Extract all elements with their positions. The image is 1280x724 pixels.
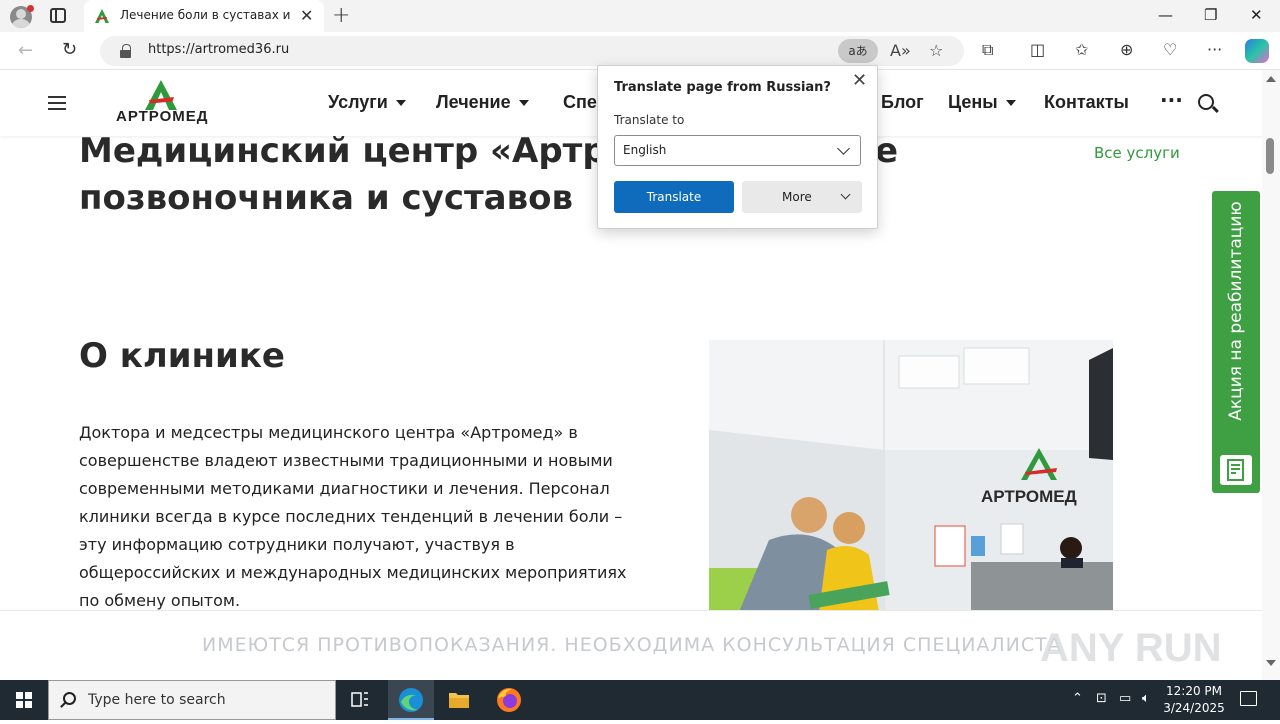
lock-icon[interactable] xyxy=(120,44,131,58)
clinic-interior-image: АРТРОМЕД xyxy=(709,340,1113,612)
about-heading: О клинике xyxy=(79,336,285,376)
hamburger-menu-icon[interactable] xyxy=(48,96,66,110)
edge-browser-icon[interactable] xyxy=(388,680,434,720)
favorites-icon[interactable]: ✩ xyxy=(1075,40,1088,59)
split-screen-icon[interactable]: ◫ xyxy=(1030,40,1045,59)
taskbar-search-box[interactable]: Type here to search xyxy=(48,680,336,720)
search-icon[interactable] xyxy=(1198,94,1214,110)
form-icon[interactable] xyxy=(1220,455,1252,485)
menu-label: Спе xyxy=(563,92,597,112)
network-icon[interactable]: ▭ xyxy=(1119,691,1131,706)
menu-label: Услуги xyxy=(328,92,388,112)
close-icon[interactable]: ✕ xyxy=(852,70,867,91)
read-aloud-icon[interactable]: A» xyxy=(890,41,911,60)
windows-taskbar: Type here to search ⌃ ⊡ ▭ 🔈︎ 12:20 PM 3/… xyxy=(0,680,1280,720)
back-arrow-icon[interactable]: ← xyxy=(18,40,33,61)
profile-notification-dot xyxy=(27,5,34,12)
tab-close-icon[interactable]: ✕ xyxy=(300,6,313,26)
copilot-icon[interactable] xyxy=(1245,39,1269,63)
scroll-up-icon[interactable] xyxy=(1266,76,1276,82)
clinic-photo: АРТРОМЕД xyxy=(709,340,1113,612)
photo-sign-text: АРТРОМЕД xyxy=(981,487,1077,506)
page-title-line1: Медицинский центр «Артр xyxy=(79,131,607,171)
notification-icon[interactable] xyxy=(1240,691,1257,706)
logo-text: АРТРОМЕД xyxy=(116,108,209,125)
tab-title: Лечение боли в суставах и позвоночнике xyxy=(120,8,292,22)
contraindications-text: ИМЕЮТСЯ ПРОТИВОПОКАЗАНИЯ. НЕОБХОДИМА КОН… xyxy=(202,634,1062,656)
translate-to-label: Translate to xyxy=(614,113,685,127)
browser-tab-active[interactable]: Лечение боли в суставах и позвоночнике ✕ xyxy=(84,0,324,32)
translate-button[interactable]: Translate xyxy=(614,181,734,213)
chevron-down-icon xyxy=(395,100,406,107)
site-logo[interactable]: АРТРОМЕД xyxy=(114,80,208,128)
url-field[interactable]: https://artromed36.ru aあ A» ☆ xyxy=(100,36,964,66)
translate-popup-title: Translate page from Russian? xyxy=(614,80,831,95)
language-select[interactable]: English xyxy=(614,135,861,166)
translate-popup: Translate page from Russian? ✕ Translate… xyxy=(597,65,878,229)
search-icon xyxy=(63,692,76,705)
firefox-icon[interactable] xyxy=(486,680,532,720)
close-window-icon[interactable]: ✕ xyxy=(1250,5,1263,25)
menu-label: Контакты xyxy=(1044,92,1129,112)
menu-item-treatment[interactable]: Лечение xyxy=(436,92,529,113)
favorite-star-icon[interactable]: ☆ xyxy=(929,41,943,60)
language-selected: English xyxy=(623,143,667,157)
file-explorer-icon[interactable] xyxy=(436,680,482,720)
task-view-icon[interactable] xyxy=(337,680,383,720)
chevron-down-icon xyxy=(518,100,529,107)
reload-icon[interactable]: ↻ xyxy=(62,39,77,60)
volume-icon[interactable]: 🔈︎ xyxy=(1142,691,1150,706)
extensions-icon[interactable]: ⧉ xyxy=(982,40,993,60)
all-services-link[interactable]: Все услуги xyxy=(1094,144,1180,162)
tab-actions-icon[interactable] xyxy=(50,8,66,23)
settings-more-icon[interactable]: ··· xyxy=(1207,40,1222,59)
translate-icon[interactable]: aあ xyxy=(838,39,878,63)
windows-start-icon[interactable] xyxy=(16,692,32,708)
menu-item-services[interactable]: Услуги xyxy=(328,92,406,113)
scroll-down-icon[interactable] xyxy=(1266,660,1276,666)
chevron-down-icon xyxy=(837,142,850,155)
minimize-icon[interactable]: — xyxy=(1158,5,1173,25)
more-menu-icon[interactable]: ··· xyxy=(1160,88,1183,112)
more-button-label: More xyxy=(782,190,812,204)
anyrun-watermark: ANY RUN xyxy=(1040,626,1222,670)
taskbar-clock[interactable]: 12:20 PM 3/24/2025 xyxy=(1160,683,1228,717)
new-tab-icon[interactable]: + xyxy=(332,3,350,29)
clock-time: 12:20 PM xyxy=(1166,684,1222,698)
menu-label: Лечение xyxy=(436,92,511,112)
url-text[interactable]: https://artromed36.ru xyxy=(148,42,289,57)
artromed-favicon-icon xyxy=(95,9,109,23)
watermark-text: ANY RUN xyxy=(1040,626,1222,670)
menu-label: Цены xyxy=(948,92,998,112)
browser-tab-bar: Лечение боли в суставах и позвоночнике ✕… xyxy=(0,0,1280,32)
logo-mark-icon xyxy=(145,80,177,110)
menu-label: Блог xyxy=(881,92,924,112)
restore-icon[interactable]: ❐ xyxy=(1204,5,1217,25)
about-paragraph: Доктора и медсестры медицинского центра … xyxy=(79,423,627,610)
collections-icon[interactable]: ⊕ xyxy=(1120,40,1133,59)
promo-label: Акция на реабилитацию xyxy=(1226,201,1246,421)
page-scrollbar[interactable] xyxy=(1262,70,1280,680)
taskbar-search-placeholder: Type here to search xyxy=(88,692,226,708)
menu-item-prices[interactable]: Цены xyxy=(948,92,1016,113)
menu-item-specialists[interactable]: Спе xyxy=(563,92,597,113)
clock-date: 3/24/2025 xyxy=(1163,701,1225,715)
tray-chevron-up-icon[interactable]: ⌃ xyxy=(1072,691,1083,706)
chevron-down-icon xyxy=(840,189,851,200)
promo-rehab-tab[interactable]: Акция на реабилитацию xyxy=(1212,191,1260,493)
menu-item-contacts[interactable]: Контакты xyxy=(1044,92,1129,113)
performance-icon[interactable]: ♡ xyxy=(1163,40,1177,59)
chevron-down-icon xyxy=(1005,100,1016,107)
scroll-thumb[interactable] xyxy=(1266,138,1274,174)
tray-device-icon[interactable]: ⊡ xyxy=(1096,691,1107,706)
more-button[interactable]: More xyxy=(742,181,862,213)
contraindications-bar: ИМЕЮТСЯ ПРОТИВОПОКАЗАНИЯ. НЕОБХОДИМА КОН… xyxy=(0,610,1262,680)
menu-item-blog[interactable]: Блог xyxy=(881,92,924,113)
